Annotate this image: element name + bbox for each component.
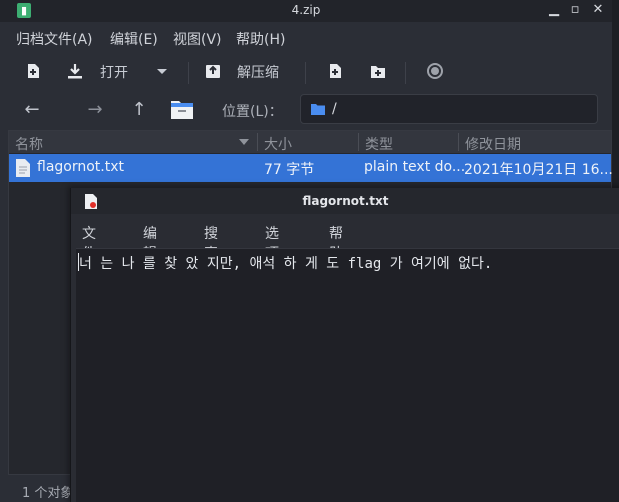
archive-window-title: 4.zip — [291, 3, 321, 17]
file-name: flagornot.txt — [37, 159, 125, 175]
forward-arrow-icon[interactable]: → — [85, 100, 105, 120]
archive-menubar: 归档文件(A) 编辑(E) 视图(V) 帮助(H) — [0, 24, 612, 52]
editor-titlebar[interactable]: flagornot.txt — [71, 188, 619, 214]
extract-icon[interactable] — [204, 62, 222, 80]
sort-descending-icon[interactable] — [239, 138, 249, 146]
open-button[interactable]: 打开 — [100, 62, 128, 82]
close-button[interactable]: ✕ — [589, 1, 607, 19]
file-row[interactable]: flagornot.txt 77 字节 plain text do... 202… — [9, 154, 613, 182]
location-bar: ← → ↑ 位置(L)： / — [0, 94, 612, 126]
toolbar-separator — [188, 62, 189, 84]
minimize-button[interactable]: ▁ — [545, 1, 563, 19]
archive-titlebar[interactable]: ▮ 4.zip ▁ ▫ ✕ — [0, 0, 612, 22]
status-text: 1 个对象 — [22, 486, 74, 501]
menu-help[interactable]: 帮助(H) — [236, 29, 285, 49]
open-archive-icon[interactable] — [66, 62, 84, 80]
add-folder-icon[interactable] — [369, 62, 387, 80]
location-field[interactable]: / — [300, 94, 598, 124]
file-type: plain text do... — [364, 159, 466, 175]
menu-edit[interactable]: 编辑(E) — [110, 29, 158, 49]
editor-content: 너 는 나 를 찾 았 지만, 애석 하 게 도 flag 가 여기에 없다. — [79, 256, 493, 272]
column-divider[interactable] — [257, 133, 258, 151]
open-dropdown-icon[interactable] — [153, 62, 171, 80]
file-modified: 2021年10月21日 16... — [464, 162, 613, 178]
maximize-button[interactable]: ▫ — [566, 1, 584, 19]
archive-toolbar: 打开 解压缩 — [0, 54, 612, 90]
file-size: 77 字节 — [264, 162, 315, 178]
column-divider[interactable] — [458, 133, 459, 151]
toolbar-separator — [405, 62, 406, 84]
home-folder-icon[interactable] — [170, 97, 194, 121]
new-archive-icon[interactable] — [24, 62, 42, 80]
editor-text-area[interactable]: 너 는 나 를 찾 았 지만, 애석 하 게 도 flag 가 여기에 없다. — [76, 248, 619, 502]
stop-icon[interactable] — [426, 62, 444, 80]
column-name[interactable]: 名称 — [15, 134, 43, 154]
menu-view[interactable]: 视图(V) — [173, 29, 222, 49]
column-type[interactable]: 类型 — [365, 134, 393, 154]
back-arrow-icon[interactable]: ← — [22, 100, 42, 120]
add-file-icon[interactable] — [326, 62, 344, 80]
text-file-icon — [16, 159, 30, 177]
folder-icon — [311, 104, 325, 115]
text-editor-window: flagornot.txt 文件(F) 编辑(E) 搜索(S) 选项(O) 帮助… — [70, 188, 619, 502]
column-divider[interactable] — [358, 133, 359, 151]
location-label: 位置(L)： — [222, 104, 283, 120]
column-size[interactable]: 大小 — [264, 134, 292, 154]
file-list-header: 名称 大小 类型 修改日期 — [9, 131, 611, 153]
menu-archive[interactable]: 归档文件(A) — [16, 29, 93, 49]
editor-window-title: flagornot.txt — [302, 194, 389, 208]
extract-button[interactable]: 解压缩 — [237, 62, 279, 82]
column-modified[interactable]: 修改日期 — [465, 134, 521, 154]
location-path: / — [332, 101, 337, 117]
toolbar-separator — [305, 62, 306, 84]
up-arrow-icon[interactable]: ↑ — [129, 100, 149, 120]
